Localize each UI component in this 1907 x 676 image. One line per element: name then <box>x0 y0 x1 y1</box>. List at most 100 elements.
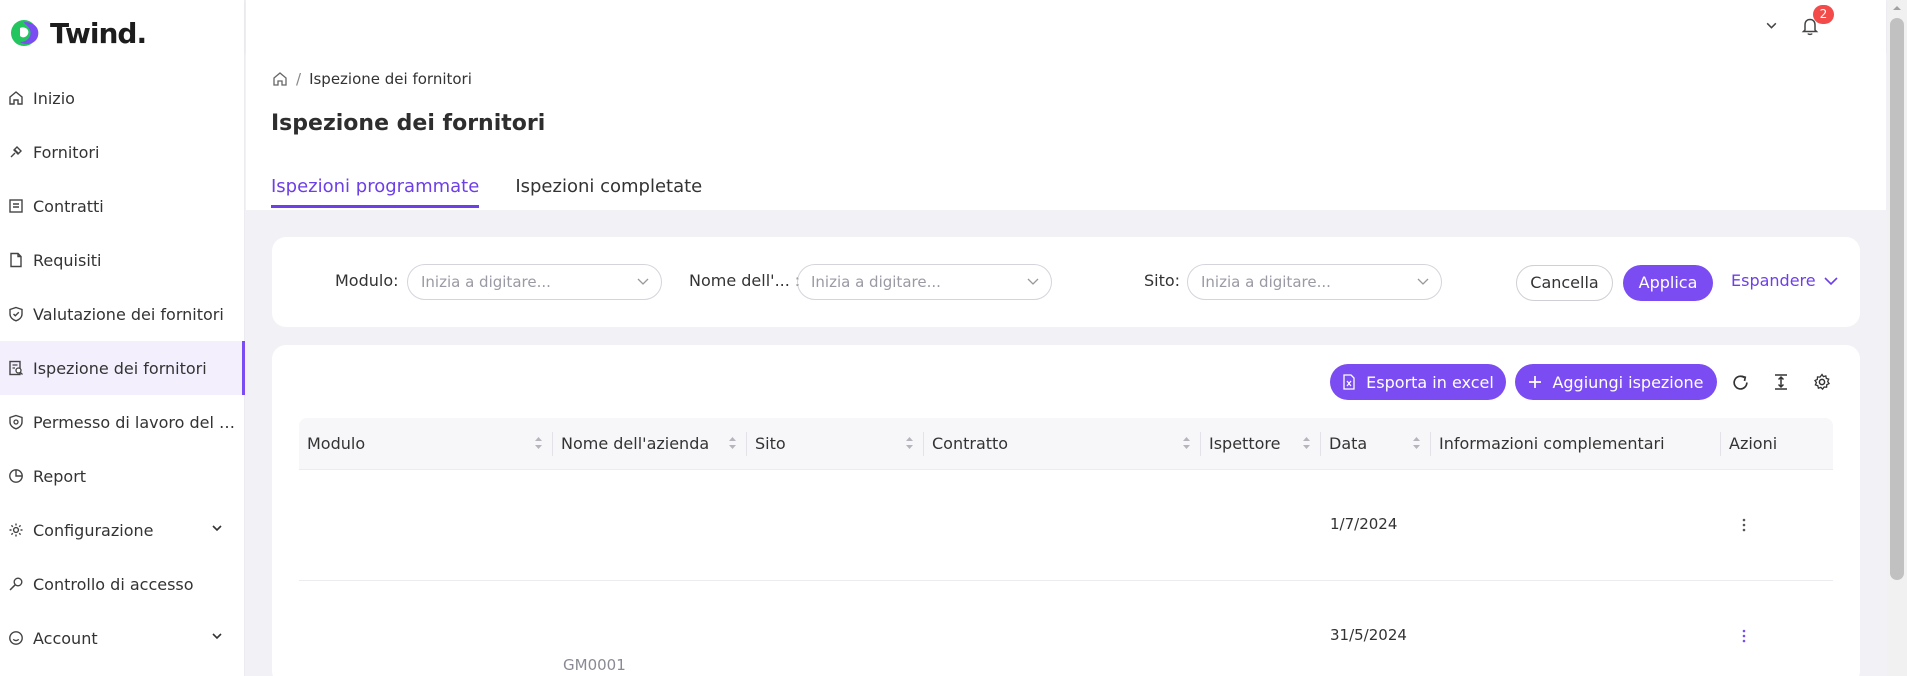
column-header-label: Ispettore <box>1209 434 1281 453</box>
sidebar-item-report[interactable]: Report <box>0 449 245 503</box>
notification-badge: 2 <box>1813 5 1834 24</box>
column-header-ispettore[interactable]: Ispettore <box>1201 418 1321 470</box>
breadcrumb-separator: / <box>296 70 302 88</box>
filter-modulo-label: Modulo: <box>335 271 399 290</box>
sidebar-item-controllo-accesso[interactable]: Controllo di accesso <box>0 557 245 611</box>
sidebar-item-requisiti[interactable]: Requisiti <box>0 233 245 287</box>
chevron-down-icon[interactable] <box>211 630 223 642</box>
filter-nome-select[interactable]: Inizia a digitare... <box>797 264 1052 300</box>
sidebar-item-configurazione[interactable]: Configurazione <box>0 503 245 557</box>
filter-card: Modulo: Inizia a digitare... Nome dell'.… <box>272 237 1860 327</box>
brand-logo[interactable]: Twind. <box>8 14 147 52</box>
sort-icon[interactable] <box>534 436 543 450</box>
cancel-button[interactable]: Cancella <box>1516 265 1613 301</box>
column-header-label: Informazioni complementari <box>1439 434 1665 453</box>
page-title: Ispezione dei fornitori <box>271 111 546 136</box>
home-icon[interactable] <box>272 71 288 87</box>
sort-icon[interactable] <box>1302 436 1311 450</box>
sidebar-item-contratti[interactable]: Contratti <box>0 179 245 233</box>
column-header-label: Contratto <box>932 434 1009 453</box>
breadcrumb-current: Ispezione dei fornitori <box>309 70 472 88</box>
plus-icon <box>1528 375 1542 389</box>
column-header-modulo[interactable]: Modulo <box>299 418 553 470</box>
filter-sito-select[interactable]: Inizia a digitare... <box>1187 264 1442 300</box>
more-actions-icon[interactable] <box>1742 628 1746 644</box>
tab-ispezioni-programmate[interactable]: Ispezioni programmate <box>271 176 480 208</box>
top-bar: 2 <box>246 0 1886 53</box>
more-actions-icon[interactable] <box>1742 517 1746 533</box>
user-menu-chevron-icon[interactable] <box>1765 19 1778 32</box>
sidebar-item-label: Configurazione <box>33 520 154 540</box>
column-header-data[interactable]: Data <box>1321 418 1431 470</box>
scrollbar-thumb[interactable] <box>1890 18 1904 580</box>
expand-filters-button[interactable]: Espandere <box>1731 271 1838 290</box>
sidebar-item-inizio[interactable]: Inizio <box>0 71 245 125</box>
sort-icon[interactable] <box>728 436 737 450</box>
chevron-down-icon[interactable] <box>211 522 223 534</box>
table-card: Esporta in excel Aggiungi ispezione Modu… <box>272 345 1860 676</box>
document-icon <box>7 251 25 269</box>
sidebar-item-label: Report <box>33 466 87 486</box>
settings-gear-icon[interactable] <box>1813 373 1831 391</box>
chevron-down-icon <box>1027 277 1039 287</box>
apply-button[interactable]: Applica <box>1623 265 1713 301</box>
chevron-down-icon <box>1417 277 1429 287</box>
column-header-sito[interactable]: Sito <box>747 418 924 470</box>
shield-icon <box>7 413 25 431</box>
column-header-label: Modulo <box>307 434 366 453</box>
sidebar-item-permesso[interactable]: Permesso di lavoro del f... <box>0 395 245 449</box>
column-header-azioni: Azioni <box>1721 418 1833 470</box>
column-header-label: Azioni <box>1729 434 1778 453</box>
column-header-label: Data <box>1329 434 1368 453</box>
filter-nome-placeholder: Inizia a digitare... <box>811 273 941 291</box>
filter-sito-label: Sito: <box>1144 271 1181 290</box>
sidebar-item-label: Ispezione dei fornitori <box>33 358 207 378</box>
sidebar-item-valutazione[interactable]: Valutazione dei fornitori <box>0 287 245 341</box>
sidebar-item-ispezione[interactable]: Ispezione dei fornitori <box>0 341 245 395</box>
export-excel-button[interactable]: Esporta in excel <box>1330 364 1506 400</box>
gear-icon <box>7 521 25 539</box>
key-icon <box>7 575 25 593</box>
chevron-down-icon <box>637 277 649 287</box>
column-height-icon[interactable] <box>1772 373 1790 391</box>
column-header-label: Nome dell'azienda <box>561 434 710 453</box>
sidebar-item-label: Requisiti <box>33 250 102 270</box>
pin-icon <box>7 143 25 161</box>
column-header-label: Sito <box>755 434 786 453</box>
tab-ispezioni-completate[interactable]: Ispezioni completate <box>515 176 702 208</box>
sort-icon[interactable] <box>1182 436 1191 450</box>
twind-logo-icon <box>11 20 39 46</box>
add-inspection-button[interactable]: Aggiungi ispezione <box>1515 364 1717 400</box>
chevron-down-icon <box>1824 276 1838 286</box>
sidebar-item-fornitori[interactable]: Fornitori <box>0 125 245 179</box>
scroll-up-arrow-icon[interactable] <box>1892 4 1902 12</box>
sidebar-item-account[interactable]: Account <box>0 611 245 665</box>
column-header-contratto[interactable]: Contratto <box>924 418 1201 470</box>
tabs: Ispezioni programmate Ispezioni completa… <box>271 176 702 208</box>
filter-modulo-select[interactable]: Inizia a digitare... <box>407 264 662 300</box>
table-cell-data: 31/5/2024 <box>1330 626 1407 644</box>
sort-icon[interactable] <box>905 436 914 450</box>
refresh-icon[interactable] <box>1731 373 1750 392</box>
sidebar-item-label: Permesso di lavoro del f... <box>33 412 238 432</box>
sidebar-item-label: Valutazione dei fornitori <box>33 304 224 324</box>
table-header: Modulo Nome dell'azienda Sito Contratto … <box>299 418 1833 470</box>
sort-icon[interactable] <box>1412 436 1421 450</box>
sidebar-item-label: Fornitori <box>33 142 100 162</box>
sidebar-nav: Inizio Fornitori Contratti Requisiti Val… <box>0 71 245 665</box>
page-header: / Ispezione dei fornitori Ispezione dei … <box>246 53 1886 210</box>
excel-file-icon <box>1342 374 1356 390</box>
filter-sito-placeholder: Inizia a digitare... <box>1201 273 1331 291</box>
smile-icon <box>7 629 25 647</box>
add-inspection-label: Aggiungi ispezione <box>1552 372 1704 392</box>
sidebar-item-label: Inizio <box>33 88 75 108</box>
home-icon <box>7 89 25 107</box>
contract-icon <box>7 197 25 215</box>
row-divider <box>299 580 1833 581</box>
column-header-nome-azienda[interactable]: Nome dell'azienda <box>553 418 747 470</box>
inspection-icon <box>7 359 25 377</box>
sidebar: Twind. Inizio Fornitori Contratti Requis… <box>0 0 245 676</box>
sidebar-item-label: Account <box>33 628 98 648</box>
column-header-informazioni[interactable]: Informazioni complementari <box>1431 418 1721 470</box>
table-cell-nome-azienda: GM0001 <box>563 656 626 674</box>
